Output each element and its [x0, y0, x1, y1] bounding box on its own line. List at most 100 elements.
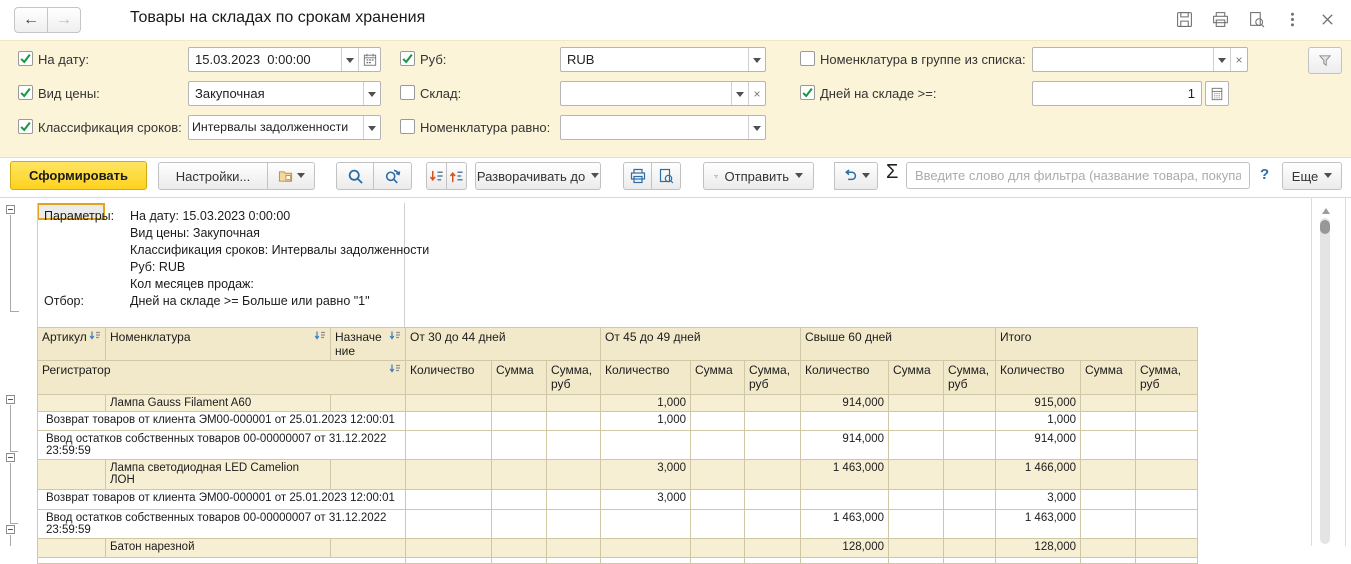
- checkbox-currency[interactable]: [400, 51, 415, 66]
- currency-value[interactable]: RUB: [561, 48, 748, 71]
- checkbox-on-date[interactable]: [18, 51, 33, 66]
- more-icon[interactable]: [1284, 11, 1301, 28]
- subcolumn-sum[interactable]: Сумма: [691, 361, 745, 395]
- related-reports-button[interactable]: [834, 162, 878, 190]
- clear-button[interactable]: ×: [1230, 48, 1247, 71]
- help-icon[interactable]: ?: [1260, 166, 1269, 183]
- price-kind-field[interactable]: Закупочная: [188, 81, 381, 106]
- print-preview-icon[interactable]: [1248, 11, 1265, 28]
- subcolumn-quantity[interactable]: Количество: [801, 361, 889, 395]
- cell-purpose[interactable]: [331, 460, 406, 490]
- term-classification-field[interactable]: Интервалы задолженности: [188, 115, 381, 140]
- subcolumn-quantity[interactable]: Количество: [601, 361, 691, 395]
- dropdown-button[interactable]: [363, 82, 380, 105]
- cell-quantity[interactable]: 3,000: [601, 460, 691, 490]
- calendar-button[interactable]: [358, 48, 380, 71]
- subcolumn-sum[interactable]: Сумма: [889, 361, 944, 395]
- dropdown-button[interactable]: [341, 48, 358, 71]
- vertical-scrollbar[interactable]: [1320, 218, 1330, 544]
- subcolumn-sum-rub[interactable]: Сумма, руб: [745, 361, 801, 395]
- days-in-stock-value[interactable]: 1: [1033, 82, 1201, 105]
- nomenclature-equals-value[interactable]: [561, 116, 748, 139]
- cell-quantity[interactable]: 128,000: [801, 539, 889, 558]
- cell-quantity[interactable]: 1 466,000: [996, 460, 1081, 490]
- close-icon[interactable]: [1320, 12, 1335, 27]
- dropdown-button[interactable]: [363, 116, 380, 139]
- cell-quantity[interactable]: 1,000: [601, 395, 691, 412]
- cell-quantity[interactable]: 914,000: [996, 431, 1081, 460]
- checkbox-warehouse[interactable]: [400, 85, 415, 100]
- collapse-group-button[interactable]: [6, 395, 15, 404]
- cell-quantity[interactable]: 3,000: [601, 490, 691, 510]
- cell-purpose[interactable]: [331, 539, 406, 558]
- warehouse-field[interactable]: ×: [560, 81, 766, 106]
- send-button[interactable]: Отправить: [703, 162, 814, 190]
- checkbox-nomenclature-group[interactable]: [800, 51, 815, 66]
- cell-artikul[interactable]: [38, 460, 106, 490]
- term-classification-value[interactable]: Интервалы задолженности: [189, 116, 363, 139]
- print-icon[interactable]: [1212, 11, 1229, 28]
- dropdown-button[interactable]: [748, 48, 765, 71]
- generate-button[interactable]: Сформировать: [10, 161, 147, 190]
- dropdown-button[interactable]: [748, 116, 765, 139]
- collapse-group-button[interactable]: [6, 453, 15, 462]
- subcolumn-sum[interactable]: Сумма: [492, 361, 547, 395]
- column-group-total[interactable]: Итого: [996, 328, 1198, 361]
- column-group-45-49[interactable]: От 45 до 49 дней: [601, 328, 801, 361]
- dropdown-button[interactable]: [731, 82, 748, 105]
- date-value[interactable]: 15.03.2023 0:00:00: [189, 48, 341, 71]
- currency-field[interactable]: RUB: [560, 47, 766, 72]
- subcolumn-sum-rub[interactable]: Сумма, руб: [944, 361, 996, 395]
- report-variant-button[interactable]: [267, 162, 315, 190]
- search-button[interactable]: [336, 162, 374, 190]
- column-header-nomenclature[interactable]: Номенклатура: [106, 328, 331, 361]
- nomenclature-group-field[interactable]: ×: [1032, 47, 1248, 72]
- scrollbar-up-arrow[interactable]: [1322, 204, 1330, 214]
- dropdown-button[interactable]: [1213, 48, 1230, 71]
- cell-registrar[interactable]: Возврат товаров от клиента ЭМ00-000001 о…: [38, 490, 406, 510]
- nomenclature-group-value[interactable]: [1033, 48, 1213, 71]
- collapse-groups-button[interactable]: [446, 162, 467, 190]
- subcolumn-quantity[interactable]: Количество: [406, 361, 492, 395]
- cell-nomenclature[interactable]: Батон нарезной: [106, 539, 331, 558]
- filter-settings-button[interactable]: [1308, 47, 1342, 74]
- cell-nomenclature[interactable]: Лампа светодиодная LED Camelion ЛОН: [106, 460, 331, 490]
- cell-registrar[interactable]: Ввод остатков собственных товаров 00-000…: [38, 431, 406, 460]
- cell-quantity[interactable]: 1 463,000: [996, 510, 1081, 539]
- cell-quantity[interactable]: 1,000: [601, 412, 691, 431]
- cell-artikul[interactable]: [38, 395, 106, 412]
- cell-quantity[interactable]: 128,000: [996, 539, 1081, 558]
- price-kind-value[interactable]: Закупочная: [189, 82, 363, 105]
- save-icon[interactable]: [1176, 11, 1193, 28]
- cell-quantity[interactable]: 1 463,000: [801, 510, 889, 539]
- date-field[interactable]: 15.03.2023 0:00:00: [188, 47, 381, 72]
- expand-groups-button[interactable]: [426, 162, 447, 190]
- clear-button[interactable]: ×: [748, 82, 765, 105]
- column-header-registrar[interactable]: Регистратор: [38, 361, 406, 395]
- preview-report-button[interactable]: [651, 162, 681, 190]
- nomenclature-equals-field[interactable]: [560, 115, 766, 140]
- warehouse-value[interactable]: [561, 82, 731, 105]
- cell-quantity[interactable]: 3,000: [996, 490, 1081, 510]
- search-next-button[interactable]: [373, 162, 412, 190]
- checkbox-days-in-stock[interactable]: [800, 85, 815, 100]
- cell-registrar[interactable]: Ввод остатков собственных товаров 00-000…: [38, 510, 406, 539]
- more-button[interactable]: Еще: [1282, 162, 1342, 190]
- cell-registrar[interactable]: Возврат товаров от клиента ЭМ00-000001 о…: [38, 412, 406, 431]
- cell-quantity[interactable]: 1,000: [996, 412, 1081, 431]
- cell-purpose[interactable]: [331, 395, 406, 412]
- column-header-purpose[interactable]: Назначение: [331, 328, 406, 361]
- subcolumn-quantity[interactable]: Количество: [996, 361, 1081, 395]
- cell-quantity[interactable]: 914,000: [801, 395, 889, 412]
- sort-icon[interactable]: [389, 364, 401, 374]
- checkbox-price-kind[interactable]: [18, 85, 33, 100]
- cell-artikul[interactable]: [38, 539, 106, 558]
- checkbox-nomenclature-equals[interactable]: [400, 119, 415, 134]
- expand-to-button[interactable]: Разворачивать до: [475, 162, 601, 190]
- column-group-over-60[interactable]: Свыше 60 дней: [801, 328, 996, 361]
- settings-button[interactable]: Настройки...: [158, 162, 268, 190]
- quick-filter-input[interactable]: [906, 162, 1250, 189]
- subcolumn-sum-rub[interactable]: Сумма, руб: [1136, 361, 1198, 395]
- calculator-button[interactable]: [1205, 81, 1229, 106]
- print-report-button[interactable]: [623, 162, 652, 190]
